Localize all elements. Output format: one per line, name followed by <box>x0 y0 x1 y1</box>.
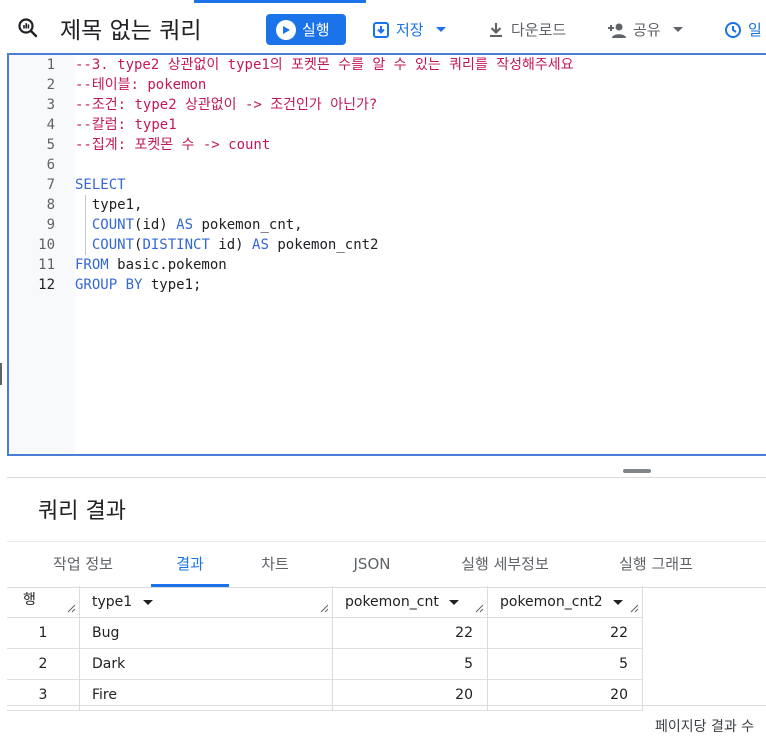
line-number: 5 <box>46 137 55 153</box>
save-label: 저장 <box>396 21 424 39</box>
download-icon <box>490 22 502 37</box>
code-line[interactable]: GROUP BY type1; <box>75 275 201 295</box>
cell-pokemon-cnt2[interactable]: 20 <box>488 680 643 711</box>
tab-json[interactable]: JSON <box>333 542 411 586</box>
resize-handle-icon[interactable] <box>475 604 484 613</box>
sql-editor[interactable]: 1 2 3 4 5 6 7 8 9 10 11 12 --3. type2 상관… <box>7 53 766 456</box>
row-number: 3 <box>7 680 80 711</box>
query-title[interactable]: 제목 없는 쿼리 <box>60 11 202 45</box>
sort-arrow-icon[interactable] <box>613 599 624 605</box>
code-line[interactable]: --3. type2 상관없이 type1의 포켓몬 수를 알 수 있는 쿼리를… <box>75 55 574 75</box>
column-header-row[interactable]: 행 <box>7 586 80 618</box>
line-number: 11 <box>38 257 55 273</box>
line-number: 1 <box>46 57 55 73</box>
tab-execution-details[interactable]: 실행 세부정보 <box>439 542 571 586</box>
line-number: 10 <box>38 237 55 253</box>
code-line[interactable]: FROM basic.pokemon <box>75 255 227 275</box>
cell-type1[interactable]: Fire <box>80 680 333 711</box>
save-button[interactable]: 저장 <box>372 14 446 45</box>
row-number: 2 <box>7 649 80 680</box>
resize-splitter[interactable] <box>7 458 766 478</box>
cell-type1[interactable]: Dark <box>80 649 333 680</box>
row-number: 1 <box>7 618 80 649</box>
tab-results[interactable]: 결과 <box>151 542 229 587</box>
sort-arrow-icon[interactable] <box>142 599 153 605</box>
cell-pokemon-cnt[interactable]: 5 <box>333 649 488 680</box>
code-line[interactable]: type1, <box>75 195 143 215</box>
table-footer-divider <box>7 705 766 706</box>
line-number: 6 <box>46 157 55 173</box>
tab-execution-graph[interactable]: 실행 그래프 <box>597 542 715 586</box>
column-header-pokemon-cnt2[interactable]: pokemon_cnt2 <box>488 586 643 618</box>
query-icon <box>18 18 38 38</box>
code-line[interactable]: --조건: type2 상관없이 -> 조건인가 아닌가? <box>75 95 377 115</box>
share-label: 공유 <box>633 21 661 39</box>
code-line[interactable]: --집계: 포켓몬 수 -> count <box>75 135 270 155</box>
line-number: 9 <box>46 217 55 233</box>
rows-per-page-label: 페이지당 결과 수 <box>655 719 755 735</box>
add-person-icon <box>608 23 626 38</box>
cell-type1[interactable]: Bug <box>80 618 333 649</box>
line-number: 8 <box>46 197 55 213</box>
clock-icon <box>725 21 741 38</box>
tab-job-info[interactable]: 작업 정보 <box>25 542 141 586</box>
tab-chart[interactable]: 차트 <box>237 542 313 586</box>
line-number: 7 <box>46 177 55 193</box>
cell-pokemon-cnt[interactable]: 20 <box>333 680 488 711</box>
chevron-down-icon <box>672 27 683 32</box>
column-header-type1[interactable]: type1 <box>80 586 333 618</box>
schedule-label: 일 <box>748 21 762 39</box>
code-line[interactable]: SELECT <box>75 175 126 195</box>
line-number-active: 12 <box>38 277 55 293</box>
divider <box>7 477 766 478</box>
line-number: 3 <box>46 97 55 113</box>
resize-handle-icon[interactable] <box>67 604 76 613</box>
code-line[interactable]: COUNT(id) AS pokemon_cnt, <box>75 215 303 235</box>
cell-pokemon-cnt2[interactable]: 22 <box>488 618 643 649</box>
column-header-label: pokemon_cnt2 <box>500 594 603 610</box>
download-label: 다운로드 <box>511 21 567 39</box>
save-icon <box>373 21 389 38</box>
line-number: 4 <box>46 117 55 133</box>
results-title: 쿼리 결과 <box>38 499 126 524</box>
code-line[interactable]: --칼럼: type1 <box>75 115 177 135</box>
chevron-down-icon <box>435 27 446 32</box>
results-tabs: 작업 정보 결과 차트 JSON 실행 세부정보 실행 그래프 <box>7 541 766 588</box>
column-header-label: 행 <box>23 592 36 608</box>
active-tab-indicator <box>194 0 366 3</box>
cell-pokemon-cnt2[interactable]: 5 <box>488 649 643 680</box>
line-number: 2 <box>46 77 55 93</box>
column-header-label: type1 <box>92 594 133 610</box>
resize-handle-icon[interactable] <box>630 604 639 613</box>
query-toolbar: 제목 없는 쿼리 실행 저장 다운로드 공유 일 <box>0 0 766 54</box>
run-label: 실행 <box>302 21 330 39</box>
code-line[interactable]: --테이블: pokemon <box>75 75 206 95</box>
code-line[interactable]: COUNT(DISTINCT id) AS pokemon_cnt2 <box>75 235 379 255</box>
column-header-pokemon-cnt[interactable]: pokemon_cnt <box>333 586 488 618</box>
panel-edge-marker <box>0 363 2 385</box>
drag-handle[interactable] <box>623 469 651 473</box>
cell-pokemon-cnt[interactable]: 22 <box>333 618 488 649</box>
download-button[interactable]: 다운로드 <box>487 14 566 45</box>
play-icon <box>276 19 296 40</box>
column-header-label: pokemon_cnt <box>345 594 439 610</box>
schedule-button[interactable]: 일 <box>724 14 762 45</box>
share-button[interactable]: 공유 <box>607 14 683 45</box>
sort-arrow-icon[interactable] <box>449 599 460 605</box>
resize-handle-icon[interactable] <box>320 604 329 613</box>
run-button[interactable]: 실행 <box>266 14 346 45</box>
